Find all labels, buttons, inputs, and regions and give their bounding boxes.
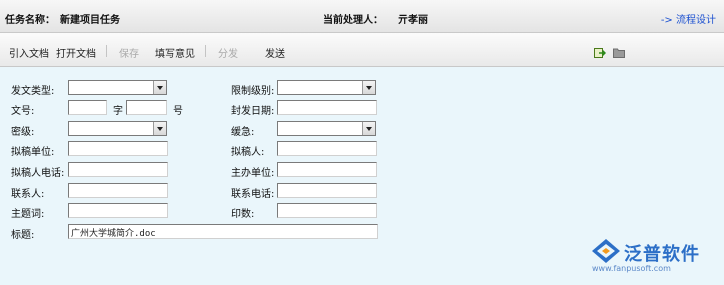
save-button[interactable]: 保存 <box>119 45 139 60</box>
title-bar: 任务名称： 新建项目任务 当前处理人： 亓孝丽 -> 流程设计 <box>0 0 724 33</box>
fill-opinion-button[interactable]: 填写意见 <box>155 45 195 60</box>
logo-brand-text: 泛普软件 <box>624 244 700 265</box>
doc-type-label: 发文类型: <box>11 86 55 97</box>
title-field[interactable]: 广州大学城简介.doc <box>68 224 378 239</box>
handler-label: 当前处理人： <box>323 15 383 26</box>
toolbar-separator <box>205 45 206 57</box>
draft-unit-label: 拟稿单位: <box>11 147 55 158</box>
brand-logo: 泛普软件 www.fanpusoft.com <box>590 238 718 274</box>
drafter-phone-field[interactable] <box>68 162 168 177</box>
document-form: 发文类型: 限制级别: 文号: 字 号 封发日期: 密级: 缓急: 拟稿单位: … <box>0 68 724 285</box>
logo-url-text: www.fanpusoft.com <box>592 264 671 273</box>
urgency-label: 缓急: <box>231 127 255 138</box>
contact-phone-field[interactable] <box>277 183 377 198</box>
open-doc-button[interactable]: 打开文档 <box>56 45 96 60</box>
drafter-field[interactable] <box>277 141 377 156</box>
draft-unit-field[interactable] <box>68 141 168 156</box>
task-name-label: 任务名称： <box>5 15 55 26</box>
contact-phone-label: 联系电话: <box>231 189 275 200</box>
contact-field[interactable] <box>68 183 168 198</box>
title-label: 标题: <box>11 230 35 241</box>
doc-type-select[interactable] <box>68 80 167 95</box>
toolbar-separator <box>106 45 107 57</box>
keywords-field[interactable] <box>68 203 168 218</box>
doc-no-label: 文号: <box>11 106 35 117</box>
contact-label: 联系人: <box>11 189 45 200</box>
import-doc-button[interactable]: 引入文档 <box>9 45 49 60</box>
folder-icon[interactable] <box>613 47 625 58</box>
chevron-down-icon <box>153 122 166 135</box>
distribute-button[interactable]: 分发 <box>218 45 238 60</box>
chevron-down-icon <box>153 81 166 94</box>
doc-no-number-field[interactable] <box>126 100 167 115</box>
drafter-label: 拟稿人: <box>231 147 265 158</box>
chevron-down-icon <box>362 81 375 94</box>
drafter-phone-label: 拟稿人电话: <box>11 168 65 179</box>
copies-field[interactable] <box>277 203 377 218</box>
export-icon[interactable] <box>594 47 606 58</box>
secret-level-select[interactable] <box>277 80 376 95</box>
zi-label: 字 <box>113 106 123 117</box>
host-unit-field[interactable] <box>277 162 377 177</box>
keywords-label: 主题词: <box>11 209 45 220</box>
doc-no-prefix-field[interactable] <box>68 100 107 115</box>
chevron-down-icon <box>362 122 375 135</box>
copies-label: 印数: <box>231 209 255 220</box>
urgency-select[interactable] <box>277 121 376 136</box>
handler-value: 亓孝丽 <box>398 15 428 26</box>
seal-date-field[interactable] <box>277 100 377 115</box>
seal-date-label: 封发日期: <box>231 106 275 117</box>
host-unit-label: 主办单位: <box>231 168 275 179</box>
classification-label: 密级: <box>11 127 35 138</box>
secret-level-label: 限制级别: <box>231 86 275 97</box>
flow-design-link[interactable]: -> 流程设计 <box>661 11 716 26</box>
hao-label: 号 <box>173 106 183 117</box>
logo-mark-icon <box>592 239 620 263</box>
task-name-value: 新建项目任务 <box>60 15 120 26</box>
classification-select[interactable] <box>68 121 167 136</box>
toolbar: 引入文档 打开文档 保存 填写意见 分发 发送 <box>0 33 724 67</box>
send-button[interactable]: 发送 <box>265 45 285 60</box>
